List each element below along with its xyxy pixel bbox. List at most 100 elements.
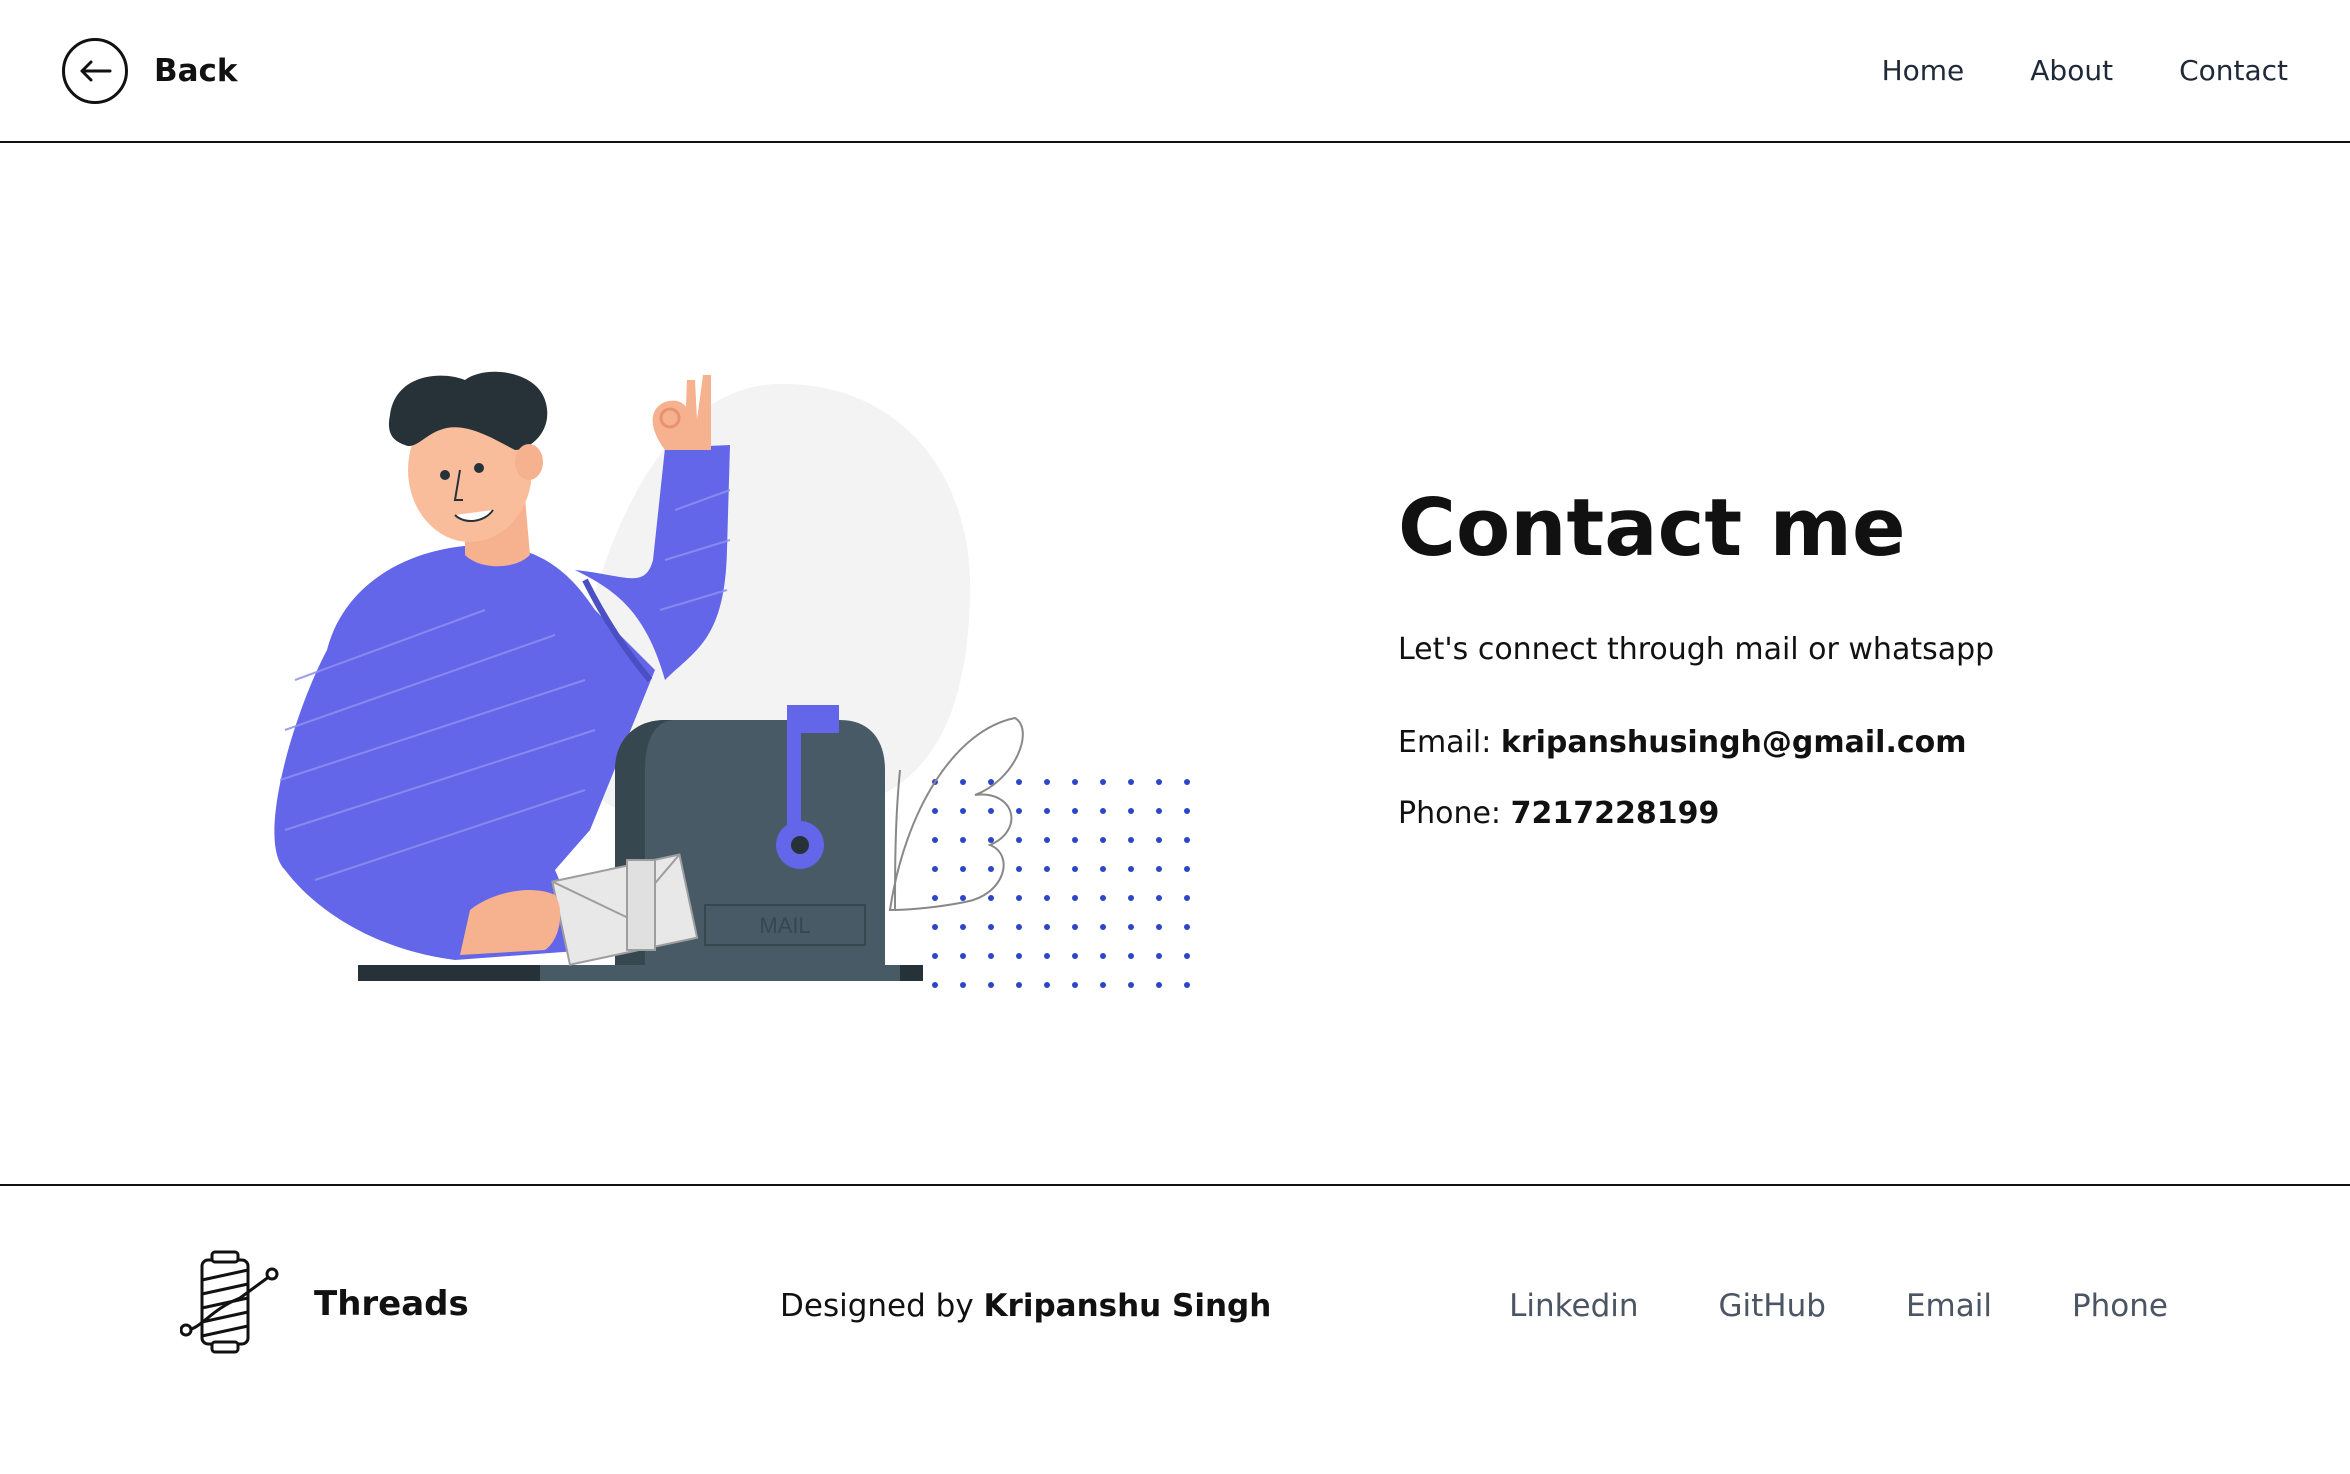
decor-dot <box>1016 866 1022 872</box>
decor-dot <box>1072 895 1078 901</box>
decor-dot <box>1044 779 1050 785</box>
decor-dot <box>1016 924 1022 930</box>
brand-name: Threads <box>314 1284 469 1324</box>
decor-dot <box>1072 924 1078 930</box>
decor-dot <box>1016 953 1022 959</box>
decor-dot <box>1128 924 1134 930</box>
decor-dot <box>1156 982 1162 988</box>
decor-dot <box>932 982 938 988</box>
nav-about-link[interactable]: About <box>2030 54 2113 87</box>
decor-dot <box>988 953 994 959</box>
decor-dot <box>988 866 994 872</box>
back-label: Back <box>154 53 238 89</box>
footer-linkedin-link[interactable]: Linkedin <box>1509 1288 1638 1324</box>
decor-dot <box>1016 895 1022 901</box>
decor-dot <box>1072 866 1078 872</box>
decor-dot <box>960 895 966 901</box>
decor-dot <box>1156 808 1162 814</box>
decor-dot <box>1044 808 1050 814</box>
decor-dot <box>1016 808 1022 814</box>
contact-section: Contact me Let's connect through mail or… <box>1398 487 2258 831</box>
decor-dot <box>1184 808 1190 814</box>
decor-dot <box>960 953 966 959</box>
decor-dot <box>1184 866 1190 872</box>
footer-brand[interactable]: Threads <box>179 1250 469 1358</box>
credit-prefix: Designed by <box>780 1288 974 1324</box>
designer-credit: Designed by Kripanshu Singh <box>780 1288 1271 1324</box>
decor-dot <box>1072 808 1078 814</box>
decor-dot <box>1044 982 1050 988</box>
decor-dot <box>1044 866 1050 872</box>
decor-dot <box>1100 895 1106 901</box>
mail-illustration: MAIL <box>255 350 1215 1000</box>
footer-links: Linkedin GitHub Email Phone <box>1509 1288 2168 1324</box>
decor-dot <box>1128 866 1134 872</box>
decor-dot <box>1100 837 1106 843</box>
decor-dot <box>960 837 966 843</box>
decor-dot <box>1100 866 1106 872</box>
decor-dot <box>1016 837 1022 843</box>
footer-github-link[interactable]: GitHub <box>1719 1288 1826 1324</box>
top-navbar: Back Home About Contact <box>0 0 2350 143</box>
contact-subtitle: Let's connect through mail or whatsapp <box>1398 631 1995 667</box>
phone-value[interactable]: 7217228199 <box>1511 796 1720 831</box>
footer-phone-link[interactable]: Phone <box>2072 1288 2168 1324</box>
decor-dot <box>1156 953 1162 959</box>
decor-dot <box>960 808 966 814</box>
decor-dot <box>1156 895 1162 901</box>
decor-dot <box>988 895 994 901</box>
decor-dot <box>1184 779 1190 785</box>
decor-dot <box>1128 837 1134 843</box>
decor-dot <box>1156 924 1162 930</box>
decor-dot <box>1072 982 1078 988</box>
arrow-left-icon <box>62 38 128 104</box>
decor-dot <box>1100 953 1106 959</box>
decor-dot <box>1072 837 1078 843</box>
page-title: Contact me <box>1398 482 1906 574</box>
nav-contact-link[interactable]: Contact <box>2179 54 2288 87</box>
decor-dot <box>960 866 966 872</box>
email-label: Email: <box>1398 724 1492 760</box>
credit-name: Kripanshu Singh <box>983 1288 1272 1324</box>
decor-dot <box>1044 924 1050 930</box>
phone-label: Phone: <box>1398 795 1502 831</box>
dot-grid <box>932 779 1190 988</box>
decor-dot <box>988 924 994 930</box>
decor-dot <box>1184 837 1190 843</box>
decor-dot <box>1128 953 1134 959</box>
email-row: Email: kripanshusingh@gmail.com <box>1398 725 2258 760</box>
decor-dot <box>1072 953 1078 959</box>
decor-dot <box>1044 895 1050 901</box>
decor-dot <box>932 837 938 843</box>
decor-dot <box>1156 866 1162 872</box>
decor-dot <box>1044 953 1050 959</box>
decor-dot <box>988 837 994 843</box>
decor-dot <box>1156 837 1162 843</box>
decor-dot <box>960 982 966 988</box>
footer: Threads Designed by Kripanshu Singh Link… <box>0 1184 2350 1474</box>
decor-dot <box>1100 982 1106 988</box>
decor-dot <box>1072 779 1078 785</box>
decor-dot <box>1016 982 1022 988</box>
footer-email-link[interactable]: Email <box>1906 1288 1992 1324</box>
decor-dot <box>1184 924 1190 930</box>
decor-dot <box>1184 982 1190 988</box>
decor-dot <box>1128 808 1134 814</box>
decor-dot <box>960 924 966 930</box>
decor-dot <box>932 808 938 814</box>
back-button[interactable]: Back <box>62 36 238 106</box>
decor-dot <box>1100 779 1106 785</box>
decor-dot <box>1184 953 1190 959</box>
decor-dot <box>932 895 938 901</box>
mailbox-label: MAIL <box>759 913 810 938</box>
email-value[interactable]: kripanshusingh@gmail.com <box>1501 725 1967 760</box>
decor-dot <box>1156 779 1162 785</box>
decor-dot <box>1016 779 1022 785</box>
decor-dot <box>988 808 994 814</box>
decor-dot <box>988 982 994 988</box>
decor-dot <box>1184 895 1190 901</box>
decor-dot <box>932 953 938 959</box>
decor-dot <box>932 924 938 930</box>
decor-dot <box>960 779 966 785</box>
nav-home-link[interactable]: Home <box>1882 54 1965 87</box>
